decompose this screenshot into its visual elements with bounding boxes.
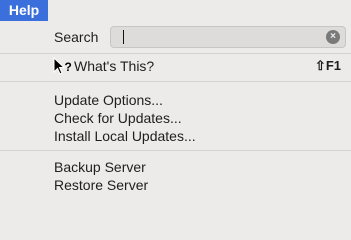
menu-item-label: What's This? bbox=[74, 58, 155, 74]
help-menu: Search × ? What's This? ⇧F1 Update Optio… bbox=[0, 21, 351, 200]
menu-divider bbox=[0, 150, 351, 151]
menu-item-label: Restore Server bbox=[54, 177, 149, 193]
menu-item-check-for-updates[interactable]: Check for Updates... bbox=[0, 109, 351, 128]
menu-item-install-local-updates[interactable]: Install Local Updates... bbox=[0, 127, 351, 146]
menu-divider bbox=[0, 53, 351, 54]
menu-item-label: Backup Server bbox=[54, 159, 146, 175]
menu-bar: Help bbox=[0, 0, 351, 21]
menu-item-label: Check for Updates... bbox=[54, 110, 182, 126]
menu-divider bbox=[0, 81, 351, 82]
menu-item-whats-this[interactable]: ? What's This? ⇧F1 bbox=[0, 57, 351, 76]
menu-item-restore-server[interactable]: Restore Server bbox=[0, 176, 351, 195]
search-input[interactable]: × bbox=[110, 26, 346, 48]
search-row: Search × bbox=[0, 23, 351, 51]
menu-item-label: Update Options... bbox=[54, 92, 163, 108]
text-caret bbox=[123, 30, 124, 44]
clear-search-icon[interactable]: × bbox=[326, 30, 340, 44]
menu-item-label: Install Local Updates... bbox=[54, 128, 196, 144]
menu-item-backup-server[interactable]: Backup Server bbox=[0, 158, 351, 177]
shortcut-label: ⇧F1 bbox=[314, 58, 341, 73]
menu-item-update-options[interactable]: Update Options... bbox=[0, 91, 351, 110]
menu-help-title[interactable]: Help bbox=[0, 0, 48, 21]
search-label: Search bbox=[54, 29, 99, 45]
help-cursor-icon: ? bbox=[53, 57, 72, 75]
svg-text:?: ? bbox=[65, 60, 72, 74]
